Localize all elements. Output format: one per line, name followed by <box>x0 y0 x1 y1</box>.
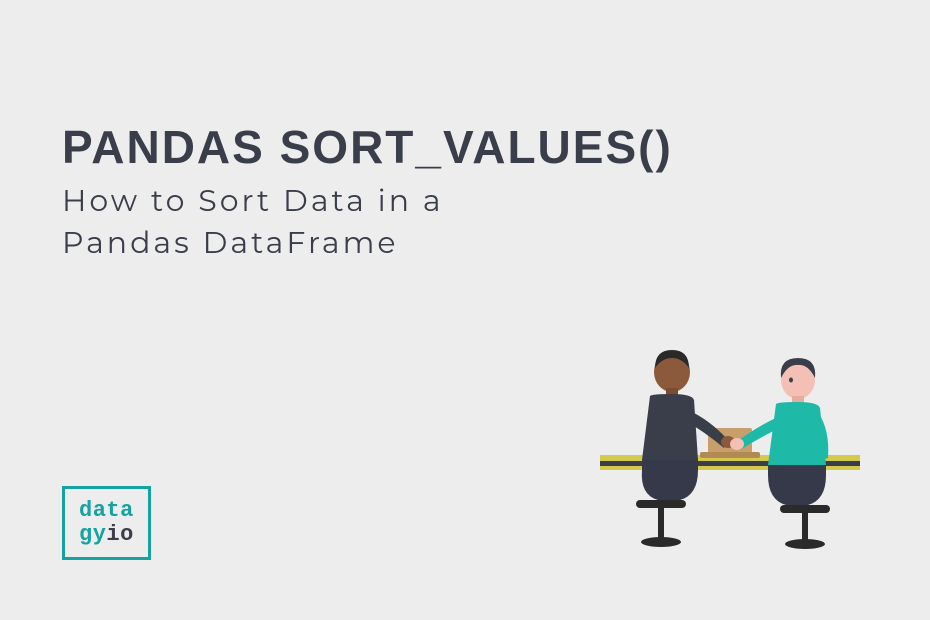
person-left-torso <box>642 394 698 460</box>
logo-line2: gyio <box>79 523 134 547</box>
page-title: pandas sort_values() <box>62 120 673 174</box>
person-right-eye <box>789 378 793 383</box>
stool-left-seat <box>636 500 686 508</box>
laptop-base <box>700 452 760 458</box>
person-left-legs <box>642 460 698 500</box>
page-subtitle: How to Sort Data in a Pandas DataFrame <box>62 180 562 264</box>
stool-left-pole <box>658 508 664 538</box>
person-right-hand <box>730 438 744 450</box>
stool-left-base <box>641 537 681 547</box>
stool-right-base <box>785 539 825 549</box>
logo-line1: data <box>79 499 134 523</box>
stool-right-pole <box>802 513 808 541</box>
handshake-illustration <box>580 320 880 560</box>
logo-io: io <box>106 522 133 547</box>
logo-gy: gy <box>79 522 106 547</box>
datagy-logo: data gyio <box>62 486 151 560</box>
stool-right-seat <box>780 505 830 513</box>
person-right-legs <box>768 465 826 505</box>
